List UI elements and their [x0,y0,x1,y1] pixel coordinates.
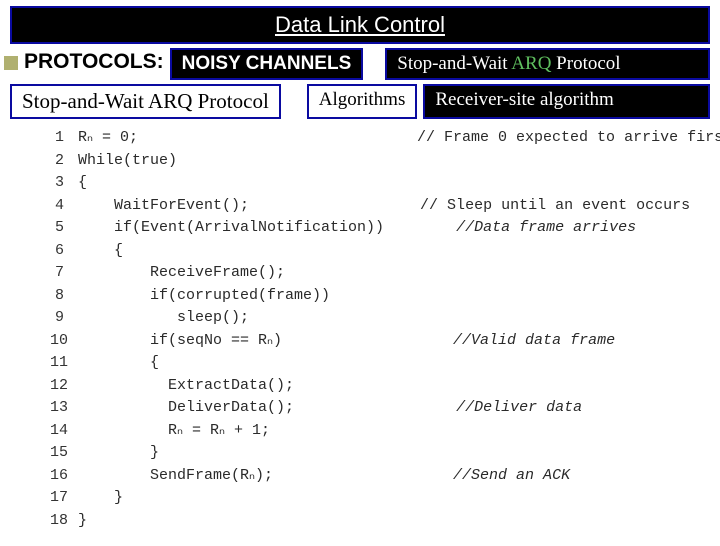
line-number: 18 [50,510,78,533]
code-text: if(Event(ArrivalNotification)) //Data fr… [78,217,636,240]
line-number: 5 [50,217,78,240]
code-line: 5 if(Event(ArrivalNotification)) //Data … [50,217,700,240]
code-line: 11 { [50,352,700,375]
code-text: ExtractData(); [78,375,294,398]
code-line: 1Rₙ = 0; // Frame 0 expected to arrive f… [50,127,700,150]
code-text: if(seqNo == Rₙ) //Valid data frame [78,330,615,353]
line-number: 14 [50,420,78,443]
code-text: SendFrame(Rₙ); //Send an ACK [78,465,570,488]
header-row-1: PROTOCOLS: NOISY CHANNELS Stop-and-Wait … [0,48,710,80]
arq-accent: ARQ [511,53,551,74]
line-number: 8 [50,285,78,308]
algorithms-text: Algorithms [319,89,406,111]
code-line: 3{ [50,172,700,195]
code-text: sleep(); [78,307,249,330]
code-line: 6 { [50,240,700,263]
arq-prefix: Stop-and-Wait [397,53,511,74]
code-text: { [78,240,123,263]
line-number: 6 [50,240,78,263]
line-number: 4 [50,195,78,218]
title-bar: Data Link Control [10,6,710,44]
code-text: } [78,487,123,510]
code-line: 14 Rₙ = Rₙ + 1; [50,420,700,443]
code-line: 10 if(seqNo == Rₙ) //Valid data frame [50,330,700,353]
noisy-channels-text: NOISY CHANNELS [182,53,352,75]
line-number: 15 [50,442,78,465]
line-number: 17 [50,487,78,510]
line-number: 9 [50,307,78,330]
code-line: 12 ExtractData(); [50,375,700,398]
code-text: While(true) [78,150,177,173]
line-number: 2 [50,150,78,173]
protocols-label: PROTOCOLS: [24,48,164,80]
code-text: } [78,442,159,465]
code-listing: 1Rₙ = 0; // Frame 0 expected to arrive f… [50,127,700,532]
stop-and-wait-box: Stop-and-Wait ARQ Protocol [10,84,281,119]
header-row-2: Stop-and-Wait ARQ Protocol Algorithms Re… [10,84,710,119]
code-text: { [78,352,159,375]
code-text: ReceiveFrame(); [78,262,285,285]
arq-suffix: Protocol [551,53,620,74]
line-number: 11 [50,352,78,375]
line-number: 3 [50,172,78,195]
code-line: 18} [50,510,700,533]
code-text: Rₙ = 0; // Frame 0 expected to arrive fi… [78,127,720,150]
code-text: if(corrupted(frame)) [78,285,330,308]
slide-title: Data Link Control [12,12,708,38]
arq-top-box: Stop-and-Wait ARQ Protocol [385,48,710,80]
bullet-icon [4,56,18,70]
code-line: 4 WaitForEvent(); // Sleep until an even… [50,195,700,218]
code-text: Rₙ = Rₙ + 1; [78,420,270,443]
code-text: WaitForEvent(); // Sleep until an event … [78,195,690,218]
line-number: 1 [50,127,78,150]
receiver-site-text: Receiver-site algorithm [435,89,698,111]
line-number: 16 [50,465,78,488]
line-number: 13 [50,397,78,420]
code-line: 17 } [50,487,700,510]
line-number: 7 [50,262,78,285]
arq-top-text: Stop-and-Wait ARQ Protocol [397,53,698,75]
code-line: 2While(true) [50,150,700,173]
code-text: } [78,510,87,533]
line-number: 12 [50,375,78,398]
code-text: DeliverData(); //Deliver data [78,397,582,420]
code-line: 9 sleep(); [50,307,700,330]
stop-and-wait-text: Stop-and-Wait ARQ Protocol [22,89,269,114]
code-line: 8 if(corrupted(frame)) [50,285,700,308]
noisy-channels-box: NOISY CHANNELS [170,48,364,80]
code-line: 15 } [50,442,700,465]
code-line: 16 SendFrame(Rₙ); //Send an ACK [50,465,700,488]
receiver-site-box: Receiver-site algorithm [423,84,710,119]
line-number: 10 [50,330,78,353]
code-line: 13 DeliverData(); //Deliver data [50,397,700,420]
code-line: 7 ReceiveFrame(); [50,262,700,285]
algorithms-box: Algorithms [307,84,418,119]
code-text: { [78,172,87,195]
